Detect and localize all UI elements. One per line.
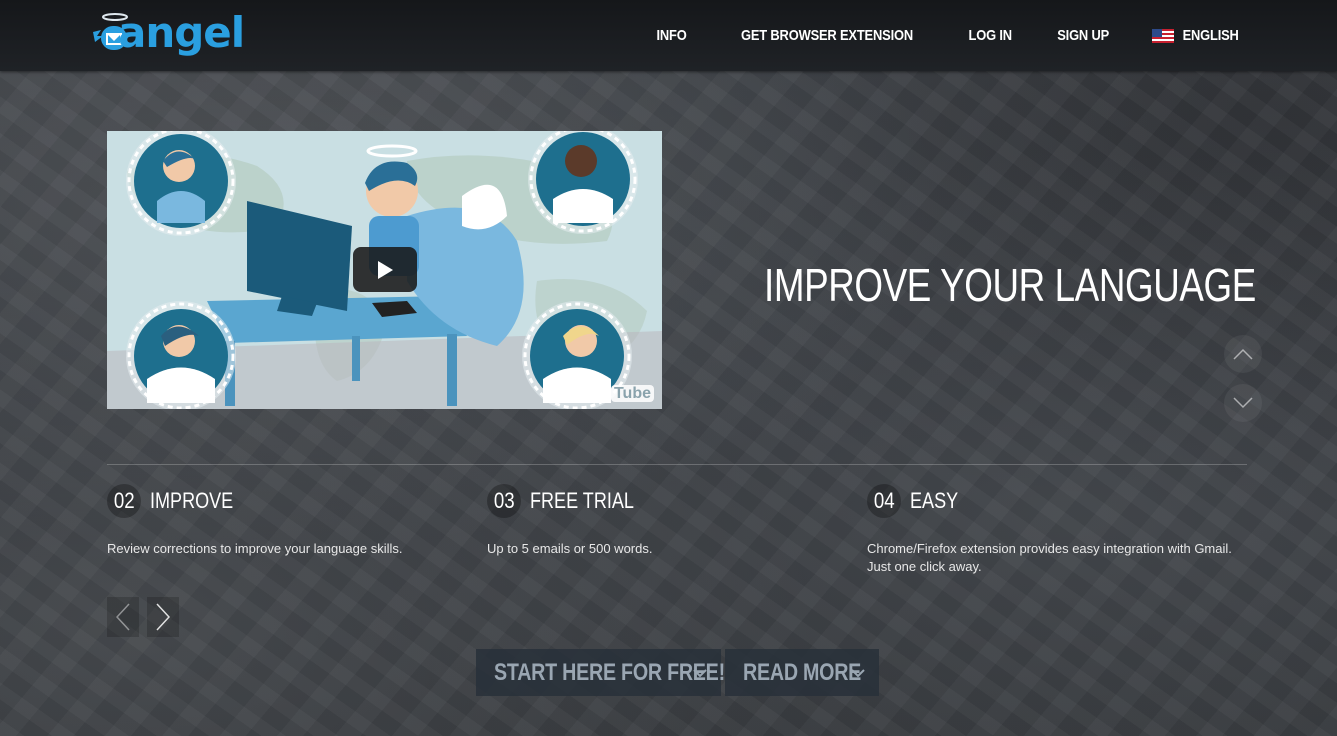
slider-next-button[interactable] — [147, 597, 179, 637]
youtube-tube: Tube — [610, 385, 654, 402]
nav-sign-up[interactable]: SIGN UP — [1058, 27, 1110, 44]
feature-title: FREE TRIAL — [530, 488, 634, 513]
chevron-down-icon — [693, 669, 707, 678]
feature-description: Review corrections to improve your langu… — [107, 541, 403, 556]
feature-header: 04 EASY — [867, 484, 1237, 518]
feature-number: 02 — [107, 484, 141, 518]
feature-title: EASY — [910, 488, 959, 513]
main-nav: INFO GET BROWSER EXTENSION LOG IN SIGN U… — [654, 0, 1243, 71]
top-navbar: angel INFO GET BROWSER EXTENSION LOG IN … — [0, 0, 1337, 71]
feature-number: 03 — [487, 484, 521, 518]
read-more-label: READ MORE — [743, 658, 862, 686]
feature-easy: 04 EASY Chrome/Firefox extension provide… — [867, 484, 1237, 576]
chevron-right-icon — [156, 603, 170, 631]
read-more-button[interactable]: READ MORE — [725, 649, 879, 696]
slide-down-button[interactable] — [1224, 384, 1262, 422]
feature-header: 03 FREE TRIAL — [487, 484, 857, 518]
chevron-left-icon — [116, 603, 130, 631]
us-flag-icon — [1151, 28, 1174, 43]
language-label: ENGLISH — [1182, 27, 1239, 44]
play-button[interactable] — [353, 247, 417, 292]
start-free-label: START HERE FOR FREE! — [494, 658, 725, 686]
youtube-watermark[interactable]: You Tube — [581, 385, 654, 403]
slide-up-button[interactable] — [1224, 335, 1262, 373]
feature-header: 02 IMPROVE — [107, 484, 477, 518]
nav-get-browser-extension[interactable]: GET BROWSER EXTENSION — [741, 27, 913, 44]
slider-prev-button[interactable] — [107, 597, 139, 637]
feature-description: Chrome/Firefox extension provides easy i… — [867, 541, 1232, 574]
language-selector[interactable]: ENGLISH — [1151, 27, 1243, 44]
logo-wordmark: angel — [118, 8, 245, 57]
play-icon — [378, 260, 393, 279]
feature-title: IMPROVE — [150, 488, 234, 513]
nav-info[interactable]: INFO — [656, 27, 686, 44]
youtube-you: You — [580, 385, 610, 402]
intro-video-player[interactable]: You Tube — [107, 131, 662, 409]
chevron-down-icon — [851, 669, 865, 678]
feature-improve: 02 IMPROVE Review corrections to improve… — [107, 484, 477, 558]
eangel-logo[interactable]: angel — [91, 8, 253, 58]
section-divider — [107, 464, 1247, 465]
feature-number: 04 — [867, 484, 901, 518]
nav-log-in[interactable]: LOG IN — [969, 27, 1013, 44]
feature-description: Up to 5 emails or 500 words. — [487, 541, 653, 556]
chevron-down-icon — [1233, 397, 1253, 409]
hero-title: IMPROVE YOUR LANGUAGE — [764, 259, 1256, 311]
feature-free-trial: 03 FREE TRIAL Up to 5 emails or 500 word… — [487, 484, 857, 558]
feature-slider-controls — [107, 597, 179, 637]
start-free-button[interactable]: START HERE FOR FREE! — [476, 649, 725, 696]
chevron-up-icon — [1233, 348, 1253, 360]
